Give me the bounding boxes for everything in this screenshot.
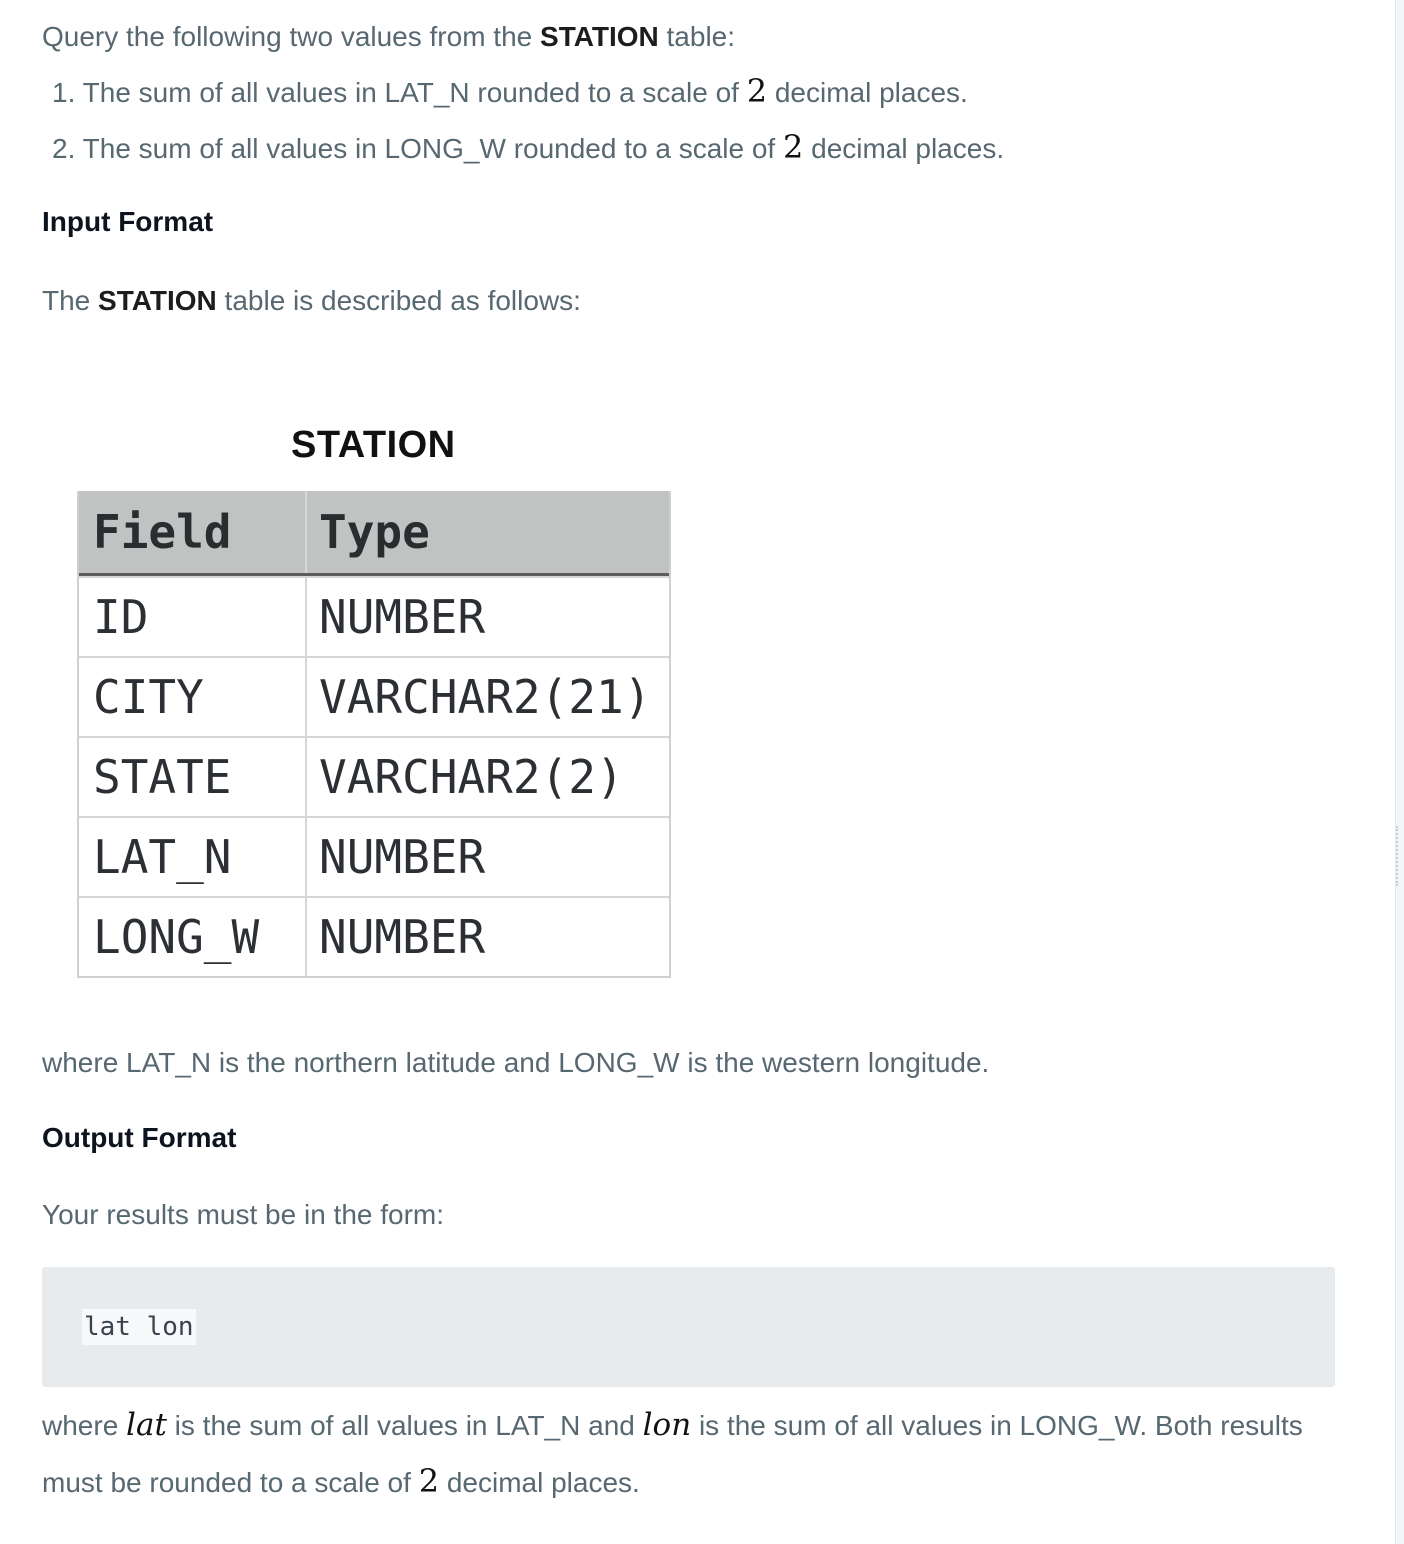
math-value: 2 (746, 72, 768, 110)
field-cell: STATE (79, 738, 307, 816)
list-text-after: decimal places. (803, 133, 1005, 164)
math-value: 2 (418, 1462, 440, 1500)
input-format-description: The STATION table is described as follow… (42, 281, 581, 321)
intro-prefix: Query the following two values from the (42, 21, 541, 52)
desc-suffix: table is described as follows: (216, 285, 581, 316)
list-text-after: decimal places. (767, 77, 968, 108)
list-text-before: The sum of all values in LAT_N rounded t… (82, 77, 747, 108)
final-prefix-2: must be rounded to a scale of (42, 1467, 419, 1498)
input-format-heading: Input Format (42, 206, 214, 237)
math-lat: lat (126, 1407, 167, 1443)
type-cell: VARCHAR2(2) (319, 750, 624, 804)
output-format-description: Your results must be in the form: (42, 1199, 445, 1230)
type-cell: VARCHAR2(21) (319, 670, 652, 724)
type-cell: NUMBER (319, 830, 486, 884)
list-item: 2. The sum of all values in LONG_W round… (52, 128, 1004, 166)
field-cell: LAT_N (79, 818, 307, 896)
list-item: 1. The sum of all values in LAT_N rounde… (52, 72, 968, 110)
math-value: 2 (782, 128, 804, 166)
field-cell: LONG_W (79, 898, 307, 976)
code-block (42, 1267, 1335, 1387)
scrollbar-marker[interactable] (1396, 826, 1404, 886)
code-text: lat lon (82, 1309, 196, 1345)
output-format-heading: Output Format (42, 1122, 237, 1153)
math-lon: lon (642, 1407, 692, 1443)
list-text-before: The sum of all values in LONG_W rounded … (82, 133, 783, 164)
problem-statement: Query the following two values from the … (0, 0, 1396, 1544)
final-prefix: where (42, 1410, 127, 1441)
intro-table-name: STATION (540, 21, 659, 52)
desc-prefix: The (42, 285, 99, 316)
field-cell: CITY (79, 658, 307, 736)
intro-suffix: table: (658, 21, 736, 52)
final-suffix-2: decimal places. (439, 1467, 640, 1498)
table-row: STATE VARCHAR2(2) (79, 736, 669, 816)
intro-paragraph: Query the following two values from the … (42, 17, 735, 57)
scrollbar-track[interactable] (1395, 0, 1404, 1544)
list-number: 1. (52, 77, 76, 108)
final-mid: is the sum of all values in LAT_N and (166, 1410, 643, 1441)
type-cell: NUMBER (319, 910, 486, 964)
type-cell: NUMBER (319, 590, 486, 644)
station-table: Field Type ID NUMBER CITY VARCHAR2(21) S… (77, 491, 671, 978)
table-row: LONG_W NUMBER (79, 896, 669, 976)
table-row: CITY VARCHAR2(21) (79, 656, 669, 736)
where-paragraph: where LAT_N is the northern latitude and… (42, 1047, 990, 1078)
final-paragraph-line-1: where lat is the sum of all values in LA… (42, 1405, 1303, 1446)
station-table-title: STATION (291, 424, 456, 466)
final-paragraph-line-2: must be rounded to a scale of 2 decimal … (42, 1461, 640, 1503)
header-field: Field (79, 491, 307, 573)
table-row: LAT_N NUMBER (79, 816, 669, 896)
final-suffix: is the sum of all values in LONG_W. Both… (691, 1410, 1303, 1441)
table-row: ID NUMBER (79, 576, 669, 656)
desc-table-name: STATION (98, 285, 217, 316)
station-table-header: Field Type (79, 491, 669, 576)
list-number: 2. (52, 133, 76, 164)
header-type: Type (319, 505, 430, 559)
field-cell: ID (79, 578, 307, 656)
